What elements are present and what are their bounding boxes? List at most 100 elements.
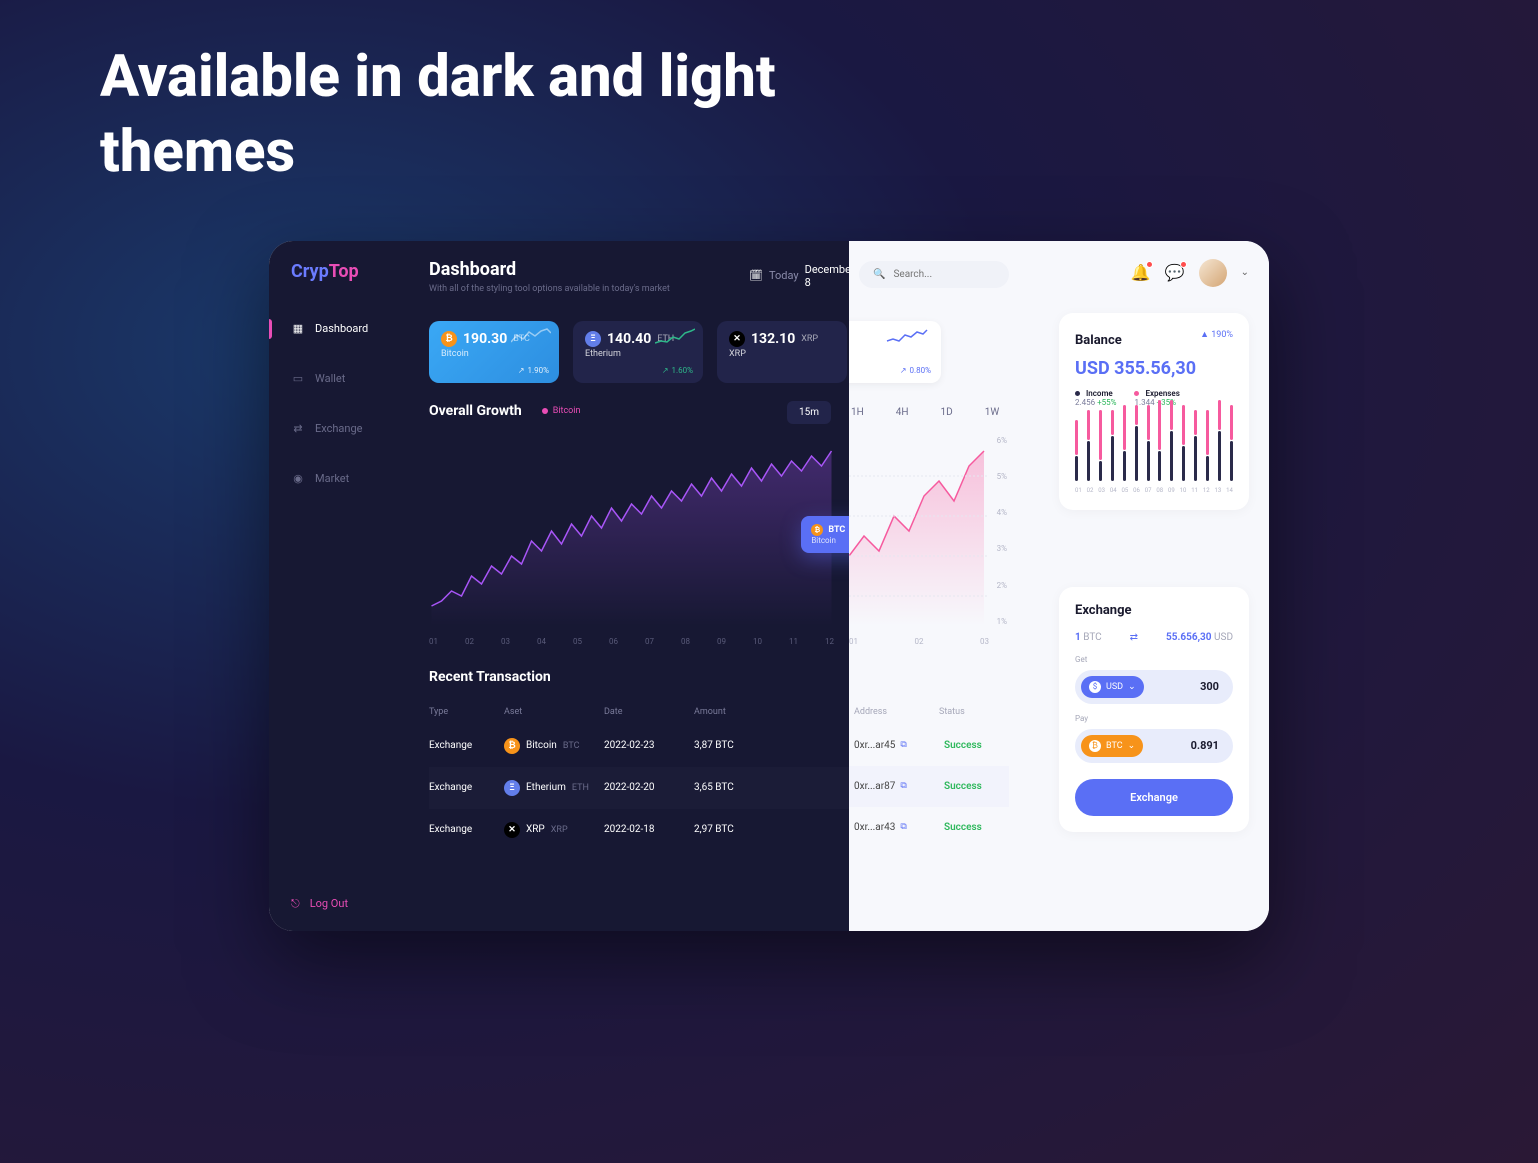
coin-name: Etherium bbox=[585, 349, 691, 359]
growth-area-svg bbox=[849, 436, 989, 626]
swap-button[interactable]: ⇄ bbox=[1130, 632, 1138, 643]
cell-status: Success bbox=[944, 781, 982, 792]
coin-card-xrp[interactable]: ✕ 132.10 XRP XRP bbox=[717, 321, 847, 383]
notification-dot bbox=[1146, 261, 1153, 268]
sidebar-item-exchange[interactable]: ⇄ Exchange bbox=[269, 412, 419, 446]
growth-line-svg bbox=[429, 436, 834, 626]
cell-address: 0xr...ar43 ⧉ bbox=[854, 822, 944, 833]
expenses-dot bbox=[1134, 391, 1139, 396]
calendar-icon: 🗓︎ bbox=[749, 269, 763, 282]
trend-up-icon: ↗ bbox=[662, 366, 669, 375]
balance-bar-x-axis: 0102030405060708091011121314 bbox=[1075, 487, 1233, 494]
exchange-title: Exchange bbox=[1075, 603, 1233, 618]
logout-button[interactable]: ⎋ Log Out bbox=[291, 897, 348, 911]
coin-change: ↗1.90% bbox=[518, 366, 549, 375]
exchange-icon: ⇄ bbox=[291, 422, 305, 436]
income-legend: Income 2.456 +55% bbox=[1075, 389, 1116, 407]
sidebar-item-label: Market bbox=[315, 472, 349, 485]
coin-price: 190.30 bbox=[463, 331, 507, 347]
coin-card-xrp-light[interactable]: ↗0.80% bbox=[849, 321, 941, 383]
expenses-label: Expenses bbox=[1145, 389, 1179, 398]
growth-title: Overall Growth bbox=[429, 403, 522, 419]
pay-currency: BTC bbox=[1106, 741, 1123, 751]
date-prefix: Today bbox=[769, 269, 799, 282]
notifications-button[interactable]: 🔔 bbox=[1131, 263, 1151, 283]
table-row[interactable]: 0xr...ar43 ⧉ Success bbox=[849, 807, 1009, 848]
search-input[interactable] bbox=[893, 269, 995, 280]
table-row[interactable]: Exchange ΞEtherium ETH 2022-02-20 3,65 B… bbox=[429, 767, 849, 809]
sidebar-item-wallet[interactable]: ▭ Wallet bbox=[269, 362, 419, 396]
usd-icon: $ bbox=[1089, 681, 1101, 693]
logout-label: Log Out bbox=[310, 897, 348, 910]
table-row[interactable]: Exchange ✕XRP XRP 2022-02-18 2,97 BTC bbox=[429, 809, 849, 851]
col-asset: Aset bbox=[504, 707, 604, 717]
pay-amount[interactable]: 0.891 bbox=[1143, 739, 1219, 752]
date-value: December 8 bbox=[805, 263, 849, 289]
pay-currency-select[interactable]: ₿ BTC ⌄ bbox=[1081, 735, 1143, 757]
table-row[interactable]: 0xr...ar45 ⧉ Success bbox=[849, 725, 1009, 766]
balance-card: Balance ▲ 190% USD 355.56,30 Income 2.45… bbox=[1059, 313, 1249, 510]
dark-theme-half: CrypTop ▦ Dashboard ▭ Wallet ⇄ Exchange … bbox=[269, 241, 849, 931]
time-tab-1h[interactable]: 1H bbox=[849, 401, 876, 424]
sidebar-item-market[interactable]: ◉ Market bbox=[269, 462, 419, 496]
copy-icon[interactable]: ⧉ bbox=[900, 822, 906, 832]
coin-change: ↗1.60% bbox=[662, 366, 693, 375]
coin-card-btc[interactable]: ₿ 190.30 BTC Bitcoin ↗1.90% bbox=[429, 321, 559, 383]
col-amount: Amount bbox=[694, 707, 774, 717]
exchange-button[interactable]: Exchange bbox=[1075, 779, 1233, 816]
chart-tooltip: ₿BTC↗ 1.90% Bitcoin bbox=[801, 516, 849, 553]
rate-from: 1 BTC bbox=[1075, 632, 1102, 643]
dashboard-screenshot: CrypTop ▦ Dashboard ▭ Wallet ⇄ Exchange … bbox=[269, 241, 1269, 931]
sidebar: CrypTop ▦ Dashboard ▭ Wallet ⇄ Exchange … bbox=[269, 241, 419, 931]
search-icon: 🔍 bbox=[873, 269, 885, 280]
table-header: Type Aset Date Amount bbox=[429, 699, 849, 725]
time-range-tabs: 15m bbox=[787, 401, 831, 424]
rate-to: 55.656,30 USD bbox=[1166, 632, 1233, 643]
time-tab-15m[interactable]: 15m bbox=[787, 401, 831, 424]
light-theme-half: 🔍 🔔 💬 ⌄ ↗0.80% 1H 4H 1D 1W bbox=[849, 241, 1269, 931]
search-field[interactable]: 🔍 bbox=[859, 261, 1009, 288]
get-amount[interactable]: 300 bbox=[1144, 680, 1219, 693]
copy-icon[interactable]: ⧉ bbox=[900, 781, 906, 791]
balance-trend: ▲ 190% bbox=[1200, 329, 1233, 340]
legend-dot bbox=[542, 408, 548, 414]
time-tab-1w[interactable]: 1W bbox=[973, 401, 1012, 424]
table-row[interactable]: 0xr...ar87 ⧉ Success bbox=[849, 766, 1009, 807]
recent-transactions-title: Recent Transaction bbox=[429, 669, 551, 685]
legend-label: Bitcoin bbox=[553, 406, 581, 416]
income-label: Income bbox=[1086, 389, 1113, 398]
growth-header: Overall Growth Bitcoin bbox=[429, 403, 580, 419]
get-currency: USD bbox=[1106, 682, 1123, 692]
coin-card-eth[interactable]: Ξ 140.40 ETH Etherium ↗1.60% bbox=[573, 321, 703, 383]
col-status: Status bbox=[939, 707, 965, 717]
balance-legend: Income 2.456 +55% Expenses 1.344 +35% bbox=[1075, 389, 1233, 407]
get-currency-select[interactable]: $ USD ⌄ bbox=[1081, 676, 1144, 698]
brand-cryp: Cryp bbox=[291, 261, 329, 282]
balance-title: Balance bbox=[1075, 333, 1122, 348]
coin-name: Bitcoin bbox=[441, 349, 547, 359]
time-tab-1d[interactable]: 1D bbox=[929, 401, 965, 424]
sidebar-item-label: Wallet bbox=[315, 372, 345, 385]
sparkline-btc bbox=[511, 327, 551, 347]
tooltip-name: Bitcoin bbox=[811, 536, 849, 545]
brand-logo[interactable]: CrypTop bbox=[269, 261, 419, 282]
date-picker[interactable]: 🗓︎ Today December 8 ⌄ bbox=[749, 263, 849, 289]
chevron-down-icon[interactable]: ⌄ bbox=[1241, 267, 1249, 278]
wallet-icon: ▭ bbox=[291, 372, 305, 386]
user-avatar[interactable] bbox=[1199, 259, 1227, 287]
time-tab-4h[interactable]: 4H bbox=[884, 401, 921, 424]
tooltip-sym: BTC bbox=[828, 525, 845, 535]
table-row[interactable]: Exchange ₿Bitcoin BTC 2022-02-23 3,87 BT… bbox=[429, 725, 849, 767]
trend-up-icon: ↗ bbox=[518, 366, 525, 375]
chart-x-axis-light: 010203 bbox=[849, 637, 989, 646]
coin-symbol: XRP bbox=[801, 334, 818, 344]
sidebar-item-dashboard[interactable]: ▦ Dashboard bbox=[269, 312, 419, 346]
time-tabs-light: 1H 4H 1D 1W bbox=[849, 401, 1011, 424]
sparkline-eth bbox=[655, 327, 695, 347]
messages-button[interactable]: 💬 bbox=[1165, 263, 1185, 283]
header-actions: 🔔 💬 ⌄ bbox=[1131, 259, 1249, 287]
coin-change: ↗0.80% bbox=[900, 366, 931, 375]
cell-address: 0xr...ar87 ⧉ bbox=[854, 781, 944, 792]
cell-status: Success bbox=[944, 822, 982, 833]
copy-icon[interactable]: ⧉ bbox=[900, 740, 906, 750]
